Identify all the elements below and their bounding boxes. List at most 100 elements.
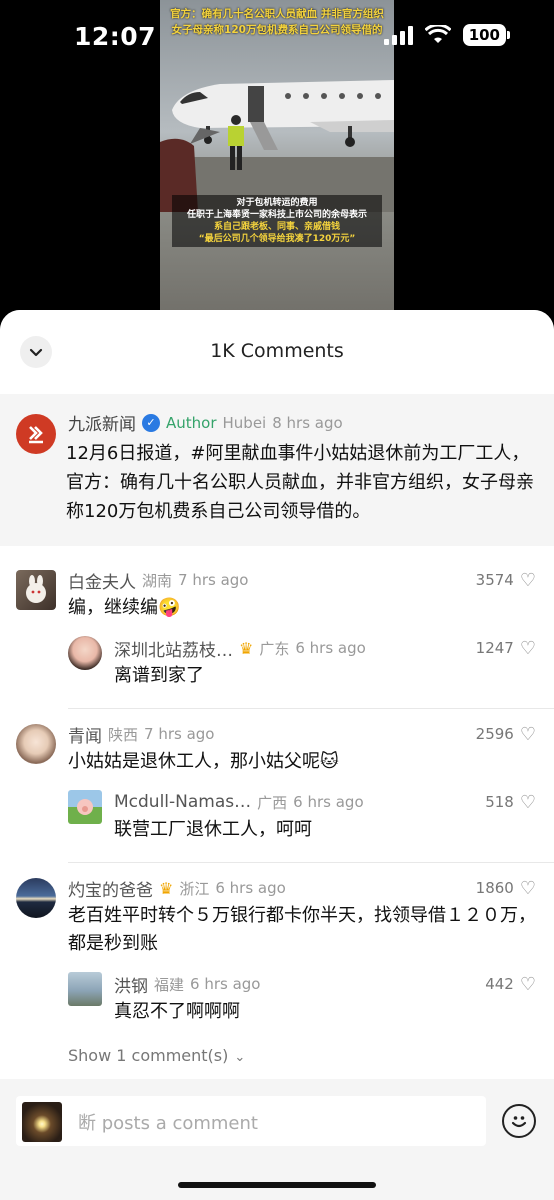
avatar[interactable] <box>68 790 102 824</box>
reply: 深圳北站荔枝… ♛ 广东 6 hrs ago 1247 ♡ 离谱到家了 <box>68 622 536 698</box>
reply-location: 广东 <box>259 639 290 658</box>
author-location: Hubei <box>222 413 267 432</box>
reply-header: Mcdull-Namas… 广西 6 hrs ago 518 ♡ <box>114 788 536 816</box>
like-button[interactable]: 1247 ♡ <box>476 638 536 659</box>
author-avatar[interactable] <box>16 414 56 454</box>
comment-input[interactable]: 断 posts a comment <box>16 1096 486 1146</box>
status-icons: 100 <box>383 24 511 46</box>
smiley-icon <box>511 1116 527 1128</box>
like-count: 3574 <box>475 571 514 589</box>
home-indicator <box>178 1182 376 1188</box>
heart-icon: ♡ <box>519 637 536 659</box>
reply-header: 洪钢 福建 6 hrs ago 442 ♡ <box>114 970 536 998</box>
emoji-button[interactable] <box>502 1104 536 1138</box>
reply: Mcdull-Namas… 广西 6 hrs ago 518 ♡ 联营工厂退休工… <box>68 776 536 852</box>
like-button[interactable]: 2596 ♡ <box>476 724 536 745</box>
like-count: 1247 <box>475 639 514 657</box>
verified-icon: ✓ <box>142 413 160 432</box>
author-meta: 九派新闻 ✓ Author Hubei 8 hrs ago <box>68 410 536 435</box>
comment-list: 白金夫人 湖南 7 hrs ago 3574 ♡ 编，继续编🤪 深圳北站荔枝… … <box>0 546 554 1079</box>
comment-input-placeholder: 断 posts a comment <box>78 1113 258 1134</box>
wifi-icon <box>424 25 451 43</box>
like-button[interactable]: 442 ♡ <box>485 974 536 995</box>
like-button[interactable]: 3574 ♡ <box>476 570 536 591</box>
show-more-label: Show 1 comment(s) <box>68 1046 229 1065</box>
reply-time: 6 hrs ago <box>190 975 261 993</box>
like-button[interactable]: 518 ♡ <box>485 792 536 813</box>
signal-icon <box>383 25 413 45</box>
comment-username[interactable]: 灼宝的爸爸 <box>68 876 153 901</box>
reply-location: 福建 <box>154 975 185 994</box>
reply: 洪钢 福建 6 hrs ago 442 ♡ 真忍不了啊啊啊 <box>68 958 536 1034</box>
comment-thread: 灼宝的爸爸 ♛ 浙江 6 hrs ago 1860 ♡ 老百姓平时转个５万银行都… <box>0 862 554 1044</box>
comment-location: 陕西 <box>108 725 139 744</box>
comments-sheet: 1K Comments 九派新闻 ✓ Author Hubei 8 hrs ag… <box>0 310 554 1200</box>
reply-username[interactable]: 深圳北站荔枝… <box>114 636 233 661</box>
heart-icon: ♡ <box>519 569 536 591</box>
like-count: 1860 <box>475 879 514 897</box>
like-count: 2596 <box>475 725 514 743</box>
comment-thread: 青闻 陕西 7 hrs ago 2596 ♡ 小姑姑是退休工人，那小姑父呢🐱 M… <box>0 708 554 862</box>
comment-time: 7 hrs ago <box>178 571 249 589</box>
reply-location: 广西 <box>257 793 288 812</box>
comment-thread: 白金夫人 湖南 7 hrs ago 3574 ♡ 编，继续编🤪 深圳北站荔枝… … <box>0 554 554 708</box>
author-post: 九派新闻 ✓ Author Hubei 8 hrs ago 12月6日报道，#阿… <box>0 394 554 546</box>
like-count: 518 <box>485 793 514 811</box>
comment-text: 老百姓平时转个５万银行都卡你半天，找领导借１２０万，都是秒到账 <box>68 905 536 954</box>
reply-time: 6 hrs ago <box>293 793 364 811</box>
comment-header: 灼宝的爸爸 ♛ 浙江 6 hrs ago 1860 ♡ <box>68 874 536 902</box>
comment-username[interactable]: 白金夫人 <box>68 568 136 593</box>
avatar[interactable] <box>16 724 56 764</box>
caption-line: 对于包机转运的费用 <box>236 198 318 208</box>
crown-badge-icon: ♛ <box>159 878 174 898</box>
reply-text: 联营工厂退休工人，呵呵 <box>114 819 312 840</box>
reply-time: 6 hrs ago <box>295 639 366 657</box>
author-name[interactable]: 九派新闻 <box>68 410 136 435</box>
sheet-title: 1K Comments <box>210 340 344 362</box>
comment-location: 浙江 <box>179 879 210 898</box>
author-tag: Author <box>166 413 217 432</box>
comment-text: 编，继续编🤪 <box>68 597 181 618</box>
avatar[interactable] <box>68 972 102 1006</box>
publisher-logo-icon <box>29 426 43 444</box>
crown-badge-icon: ♛ <box>239 638 254 658</box>
caption-line: “最后公司几个领导给我凑了120万元” <box>198 234 356 244</box>
battery-icon: 100 <box>462 24 511 46</box>
reply-username[interactable]: 洪钢 <box>114 972 148 997</box>
comment-time: 6 hrs ago <box>215 879 286 897</box>
sheet-header: 1K Comments <box>0 310 554 394</box>
heart-icon: ♡ <box>519 723 536 745</box>
heart-icon: ♡ <box>519 877 536 899</box>
reply-text: 离谱到家了 <box>114 665 204 686</box>
author-post-text: 12月6日报道，#阿里献血事件小姑姑退休前为工厂工人，官方：确有几十名公职人员献… <box>66 443 534 522</box>
show-more-replies-button[interactable]: Show 1 comment(s) ⌄ <box>0 1044 554 1079</box>
comment-header: 青闻 陕西 7 hrs ago 2596 ♡ <box>68 720 536 748</box>
comment-time: 7 hrs ago <box>144 725 215 743</box>
author-time: 8 hrs ago <box>272 413 343 432</box>
comment-header: 白金夫人 湖南 7 hrs ago 3574 ♡ <box>68 566 536 594</box>
reply-username[interactable]: Mcdull-Namas… <box>114 792 251 812</box>
heart-icon: ♡ <box>519 973 536 995</box>
status-bar: 12:07 100 <box>0 0 554 70</box>
like-button[interactable]: 1860 ♡ <box>476 878 536 899</box>
reply-header: 深圳北站荔枝… ♛ 广东 6 hrs ago 1247 ♡ <box>114 634 536 662</box>
status-time: 12:07 <box>74 22 157 51</box>
avatar[interactable] <box>68 636 102 670</box>
jet-plane-image <box>160 80 394 212</box>
comment-username[interactable]: 青闻 <box>68 722 102 747</box>
avatar[interactable] <box>16 570 56 610</box>
heart-icon: ♡ <box>519 791 536 813</box>
my-avatar <box>22 1102 62 1142</box>
bunny-avatar-icon <box>26 575 46 603</box>
cartoon-pig-avatar-icon <box>77 799 93 815</box>
reply-text: 真忍不了啊啊啊 <box>114 1001 240 1022</box>
comment-location: 湖南 <box>142 571 173 590</box>
caption-line: 系自己跟老板、同事、亲戚借钱 <box>213 222 340 232</box>
chevron-down-icon: ⌄ <box>234 1050 246 1065</box>
like-count: 442 <box>485 975 514 993</box>
caption-line: 任职于上海奉贤一家科技上市公司的余母表示 <box>186 210 367 220</box>
comment-input-bar: 断 posts a comment <box>0 1084 554 1200</box>
comment-text: 小姑姑是退休工人，那小姑父呢🐱 <box>68 751 339 772</box>
avatar[interactable] <box>16 878 56 918</box>
video-caption: 对于包机转运的费用 任职于上海奉贤一家科技上市公司的余母表示 系自己跟老板、同事… <box>172 195 382 247</box>
